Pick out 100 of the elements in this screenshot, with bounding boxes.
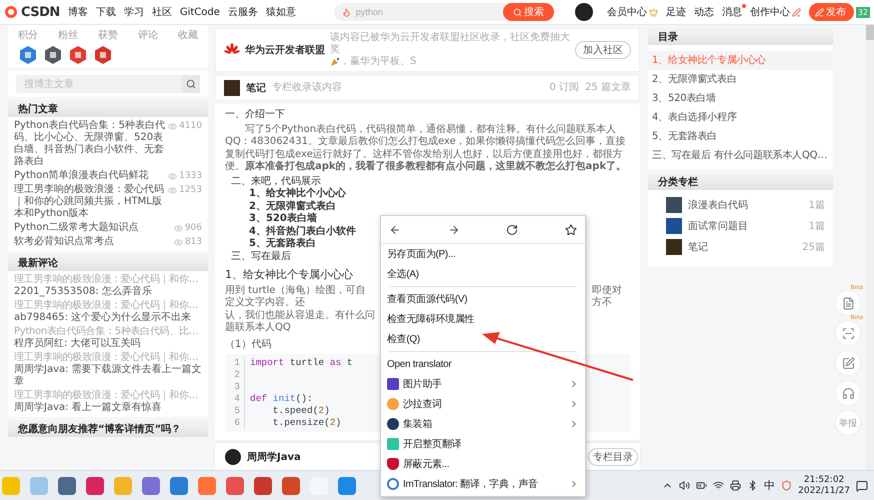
crown-icon [648,8,658,16]
outline-item: 2、无限弹窗式表白 [249,200,336,212]
line-number: 5 [225,405,245,417]
outline-item: 5、无套路表白 [249,238,316,249]
menu-item[interactable]: 另存页面为(P)... [381,244,585,264]
menu-item[interactable]: 开启整页翻译 [381,434,585,454]
star-icon[interactable] [564,224,577,236]
menu-item[interactable]: 集装箱 [381,414,585,434]
forward-icon[interactable] [448,224,460,236]
nav-link[interactable]: 博客 [68,5,88,19]
tool-button[interactable] [836,351,860,375]
join-community-button[interactable]: 加入社区 [575,41,631,59]
view-count: 4110 [179,120,202,132]
logo-icon [4,5,18,19]
stat-label: 获赞 [98,28,118,42]
back-icon[interactable] [389,224,401,236]
eye-icon [168,186,178,194]
outline-item: 三、写在最后 [231,250,291,262]
user-menu-link[interactable]: 创作中心 [750,5,801,19]
column-thumbnail [224,80,240,96]
eye-icon [168,122,178,130]
menu-item[interactable]: 检查(Q) [381,329,585,349]
app-icon[interactable] [226,476,244,494]
search-icon [512,8,522,16]
menu-item[interactable]: Open translator [381,354,585,374]
eye-icon [174,238,183,246]
article-link[interactable]: 软考必背知识点常考点 [14,236,171,248]
party-popper-icon [330,57,340,67]
section-title: 分类专栏 [648,173,833,190]
user-menu-link[interactable]: 会员中心 [606,5,658,19]
printer-icon[interactable] [730,480,742,491]
comment-text: 周周学Java: 看上一篇文章有惊喜 [14,402,162,414]
nav-link[interactable]: GitCode [180,6,220,18]
tool-button[interactable] [836,381,860,405]
stat-label: 粉丝 [58,28,78,42]
menu-item[interactable]: 全选(A) [381,264,585,284]
menu-item[interactable]: ImTranslator: 翻译，字典，声音 [381,474,585,494]
speaker-icon[interactable] [679,480,690,491]
toc-item[interactable]: 三、写在最后 有什么问题联系本人QQ… [648,146,833,165]
code-label: （1）代码 [225,338,272,351]
headset-icon [842,386,854,400]
app-icon[interactable] [254,476,272,494]
toc-item[interactable]: 2、无限弹窗式表白 [648,70,833,89]
category-name[interactable]: 面试常问题目 [688,218,803,232]
category-name[interactable]: 浪漫表白代码 [688,198,803,212]
section-title: 您愿意向朋友推荐“博客详情页”吗？ [8,420,208,437]
nav-link[interactable]: 学习 [124,5,144,19]
menu-item[interactable]: 沙拉查词 [381,394,585,414]
pen-icon [814,8,824,16]
wifi-icon[interactable] [713,480,724,491]
app-icon[interactable] [170,476,188,494]
article-link[interactable]: Python简单浪漫表白代码鲜花 [14,170,166,182]
app-icon[interactable] [198,476,216,494]
menu-item[interactable]: 检查无障碍环境属性 [381,309,585,329]
stat-label: 收藏 [178,28,198,42]
nav-link[interactable]: 下载 [96,5,116,19]
app-icon[interactable] [142,476,160,494]
app-icon[interactable] [86,476,104,494]
notification-icon[interactable] [856,480,868,492]
toc-item[interactable]: 5、无套路表白 [648,127,833,146]
author-avatar[interactable] [225,448,241,464]
toc-item[interactable]: 4、表白选择小程序 [648,108,833,127]
shield-icon[interactable] [781,480,792,491]
eye-icon [174,224,183,232]
author-name[interactable]: 周周学Java [247,450,301,464]
nav-link[interactable]: 云服务 [228,5,258,19]
toc-item[interactable]: 3、520表白墙 [648,89,833,108]
pen-icon [792,8,801,16]
view-count: 1253 [179,184,202,196]
user-menu-link[interactable]: 足迹 [666,5,686,19]
eye-icon [168,172,178,180]
category-name[interactable]: 笔记 [688,240,796,254]
input-method-indicator[interactable]: 中 [764,478,776,493]
blog-search-field[interactable]: 搜博主文章 [16,75,182,93]
document-icon [842,296,854,310]
app-icon[interactable] [58,476,76,494]
scrollbar[interactable] [866,25,874,470]
user-menu-link[interactable]: 动态 [694,5,714,19]
user-avatar[interactable] [574,3,593,21]
reload-icon[interactable] [506,224,518,236]
app-icon[interactable] [282,476,300,494]
menu-item[interactable]: 图片助手 [381,374,585,394]
code-text: import turtle as t [250,357,353,369]
article-link[interactable]: 理工男李响的极致浪漫：爱心代码｜和你的心跳同频共振，HTML版本和Python版本 [14,184,166,220]
app-icon[interactable] [338,476,356,494]
search-icon[interactable] [182,75,200,93]
battery-icon[interactable] [696,480,708,491]
community-name: 华为云开发者联盟 [245,44,325,57]
menu-item[interactable]: 屏蔽元素... [381,454,585,474]
menu-item[interactable]: 查看页面源代码(V) [381,289,585,309]
nav-link[interactable]: 猿如意 [266,5,296,19]
column-directory-button[interactable]: 专栏目录 [588,448,638,466]
article-link[interactable]: Python二级常考大题知识点 [14,222,171,234]
scan-icon [842,326,854,340]
clock[interactable]: 21:52:02 2022/11/27 [798,474,850,496]
nav-link[interactable]: 社区 [152,5,172,19]
section-title: 热门文章 [8,100,208,117]
article-link[interactable]: Python表白代码合集：5种表白代码、比小心心、无限弹窗、520表白墙、抖音热门表白小软件、无套路表白 [14,120,166,168]
bluetooth-icon[interactable] [747,480,758,491]
line-number: 4 [225,393,245,405]
